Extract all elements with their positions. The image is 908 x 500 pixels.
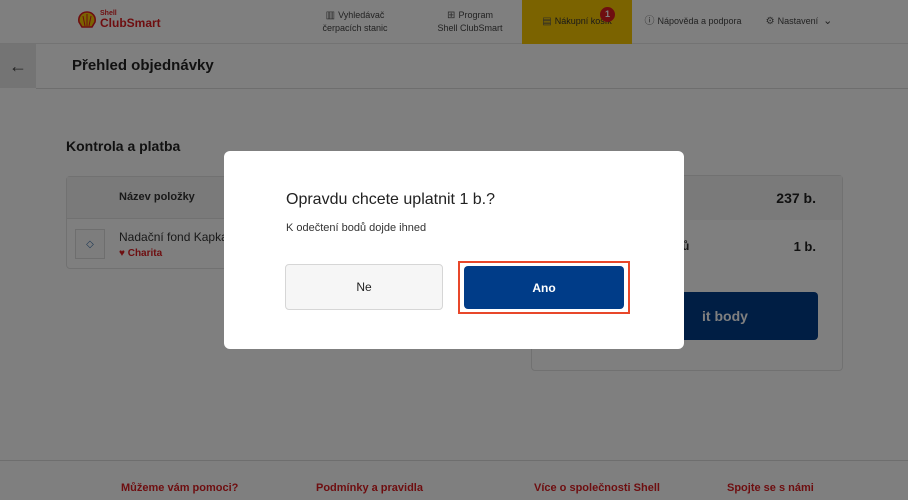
confirm-button[interactable]: Ano: [464, 266, 624, 309]
dialog-message: K odečtení bodů dojde ihned: [286, 222, 427, 234]
confirm-button-highlight: Ano: [458, 261, 630, 314]
confirm-dialog: Opravdu chcete uplatnit 1 b.? K odečtení…: [224, 151, 684, 349]
cancel-button[interactable]: Ne: [285, 264, 443, 310]
dialog-title: Opravdu chcete uplatnit 1 b.?: [286, 191, 496, 208]
